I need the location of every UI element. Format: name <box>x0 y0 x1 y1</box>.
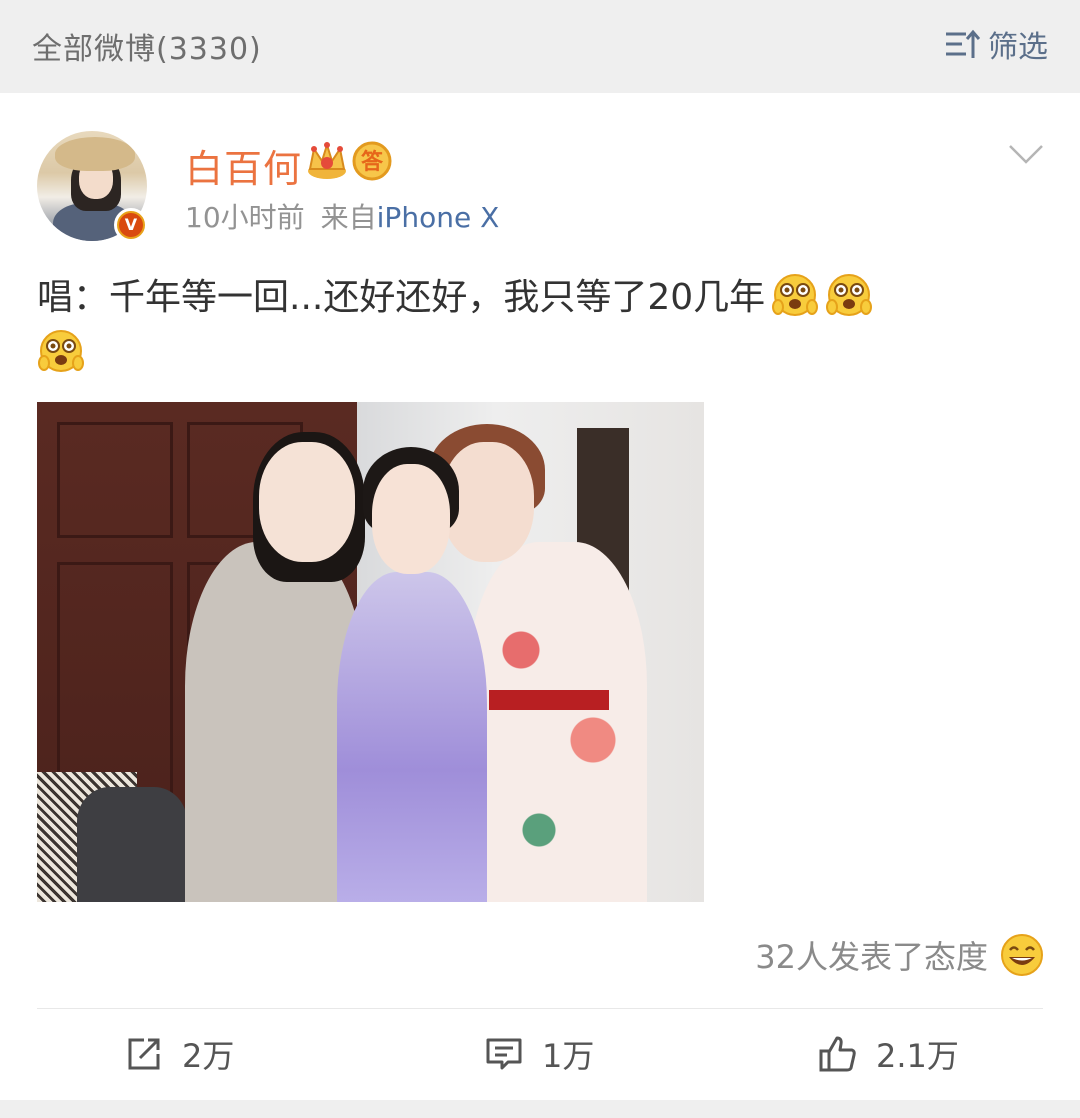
comment-button[interactable]: 1万 <box>484 1030 594 1078</box>
post-text: 唱：千年等一回...还好还好，我只等了20几年 <box>37 277 766 318</box>
thumbs-up-icon <box>819 1036 856 1072</box>
attitude-text: 32人发表了态度 <box>755 938 988 976</box>
all-posts-count[interactable]: 全部微博(3330) <box>32 24 262 68</box>
like-count: 2.1万 <box>876 1037 959 1075</box>
author-name[interactable]: 白百何 <box>185 138 302 193</box>
like-button[interactable]: 2.1万 <box>818 1030 959 1078</box>
person-left-face <box>259 442 355 562</box>
repost-button[interactable]: 2万 <box>124 1030 234 1078</box>
shocked-grin-emoji <box>826 274 873 316</box>
author-avatar[interactable]: V <box>37 131 148 242</box>
shocked-grin-emoji <box>772 274 819 316</box>
chevron-down-icon[interactable] <box>1008 142 1044 166</box>
post-photo[interactable] <box>37 402 704 902</box>
person-right-belt <box>489 690 609 710</box>
filter-sort-icon <box>946 29 980 58</box>
answer-badge-text: 答 <box>361 149 384 175</box>
crown-icon[interactable] <box>306 141 348 181</box>
laughing-emoji <box>1001 934 1043 976</box>
bottom-separator <box>0 1100 1080 1118</box>
person-middle-face <box>372 464 450 574</box>
person-right <box>467 542 647 902</box>
post-source[interactable]: iPhone X <box>377 201 500 234</box>
repost-icon <box>128 1038 160 1070</box>
photo-coat <box>77 787 187 902</box>
post-body: 唱：千年等一回...还好还好，我只等了20几年 <box>37 270 1017 382</box>
shocked-grin-emoji <box>38 330 84 372</box>
repost-count: 2万 <box>182 1037 235 1075</box>
comment-icon <box>486 1038 522 1070</box>
person-middle <box>337 572 487 902</box>
source-prefix: 来自 <box>320 201 377 234</box>
post-meta: 10小时前 来自iPhone X <box>185 196 499 236</box>
attitude-summary[interactable]: 32人发表了态度 <box>755 930 1044 980</box>
comment-count: 1万 <box>542 1037 595 1075</box>
verified-badge-icon: V <box>114 208 148 242</box>
action-divider <box>37 1008 1043 1009</box>
answer-icon[interactable]: 答 <box>352 141 392 181</box>
top-filter-bar: 全部微博(3330) 筛选 <box>0 0 1080 93</box>
filter-label: 筛选 <box>988 30 1048 65</box>
verified-badge-letter: V <box>119 213 143 237</box>
post-time: 10小时前 <box>185 201 305 234</box>
filter-button[interactable]: 筛选 <box>944 22 1048 66</box>
